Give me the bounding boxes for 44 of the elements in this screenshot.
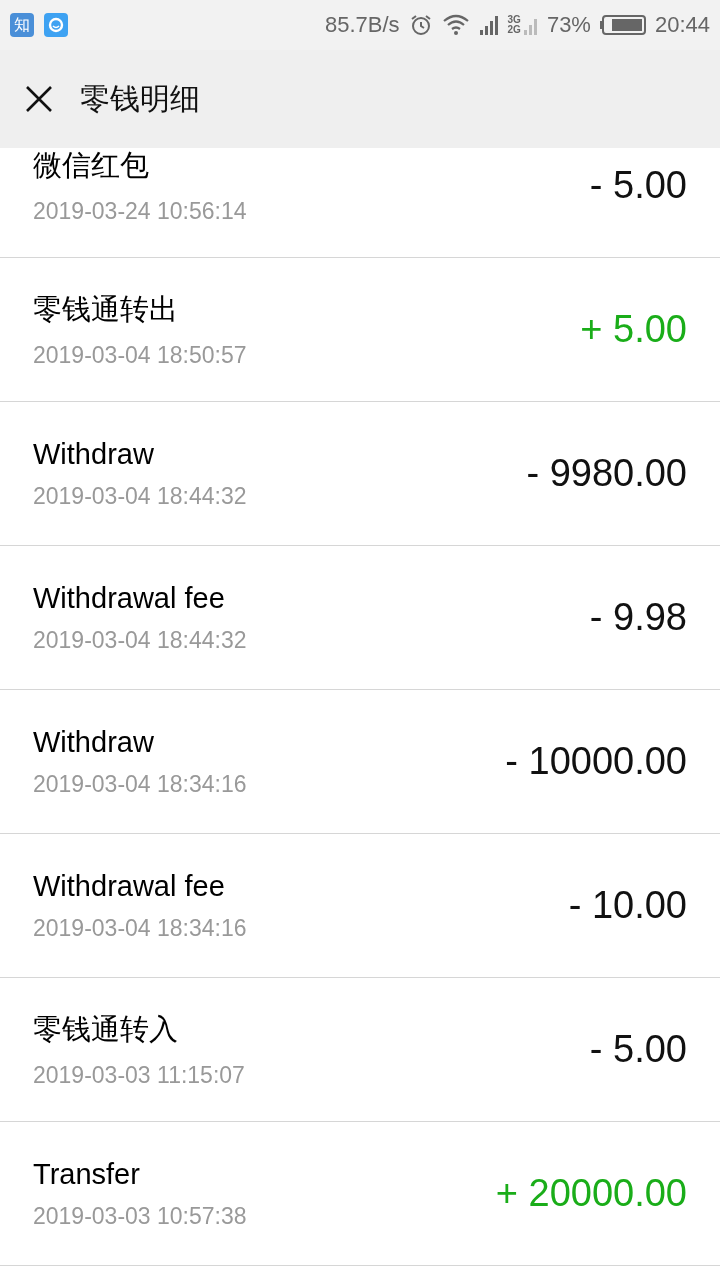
transaction-time: 2019-03-03 11:15:07 (33, 1062, 245, 1089)
transaction-title: Withdrawal fee (33, 869, 226, 903)
transaction-time: 2019-03-03 10:57:38 (33, 1202, 247, 1230)
transaction-amount: - 10000.00 (505, 740, 687, 783)
transaction-amount: + 5.00 (580, 308, 687, 351)
transaction-time: 2019-03-24 10:56:14 (33, 198, 247, 225)
transaction-row[interactable]: Transfer 2019-03-03 10:57:38 + 20000.00 (0, 1122, 720, 1266)
transaction-time: 2019-03-04 18:34:16 (33, 914, 247, 942)
transaction-amount: + 20000.00 (495, 1172, 687, 1215)
transaction-time: 2019-03-04 18:50:57 (33, 342, 247, 369)
battery-icon (599, 15, 646, 35)
transaction-title: 微信红包 (33, 148, 150, 183)
app-icon: 知 (10, 13, 34, 37)
clock: 20:44 (654, 12, 710, 38)
network-type: 3G (507, 15, 521, 25)
transaction-amount: - 9980.00 (526, 452, 687, 495)
transaction-row[interactable]: 微信红包 2019-03-24 10:56:14 - 5.00 (0, 148, 720, 258)
transaction-title: 零钱通转出 (33, 292, 179, 327)
transaction-title: Withdraw (33, 725, 155, 759)
transaction-row[interactable]: Withdrawal fee 2019-03-04 18:44:32 - 9.98 (0, 546, 720, 690)
app-icon (44, 13, 68, 37)
battery-percent: 73% (546, 12, 591, 38)
transaction-time: 2019-03-04 18:34:16 (33, 770, 247, 798)
transaction-amount: - 5.00 (589, 164, 687, 207)
network-speed: 85.7B/s (324, 12, 400, 38)
transaction-title: Transfer (33, 1157, 141, 1191)
transaction-title: 零钱通转入 (33, 1012, 179, 1047)
transaction-title: Withdrawal fee (33, 581, 226, 615)
transaction-time: 2019-03-04 18:44:32 (33, 626, 247, 654)
transaction-row[interactable]: Withdrawal fee 2019-03-04 18:34:16 - 10.00 (0, 834, 720, 978)
transaction-row[interactable]: Withdraw 2019-03-04 18:34:16 - 10000.00 (0, 690, 720, 834)
transaction-title: Withdraw (33, 437, 155, 471)
transaction-amount: - 10.00 (568, 884, 687, 927)
transaction-row[interactable]: Withdraw 2019-03-04 18:44:32 - 9980.00 (0, 402, 720, 546)
close-button[interactable] (24, 84, 54, 114)
transaction-time: 2019-03-04 18:44:32 (33, 482, 247, 510)
network-type: 2G (507, 25, 521, 35)
transaction-row[interactable]: 零钱通转入 2019-03-03 11:15:07 - 5.00 (0, 978, 720, 1122)
page-title: 零钱明细 (80, 80, 200, 117)
transaction-amount: - 5.00 (589, 1028, 687, 1071)
wifi-icon (441, 14, 470, 36)
signal-icon (478, 15, 499, 35)
transaction-amount: - 9.98 (589, 596, 687, 639)
transaction-row[interactable]: 零钱通转出 2019-03-04 18:50:57 + 5.00 (0, 258, 720, 402)
